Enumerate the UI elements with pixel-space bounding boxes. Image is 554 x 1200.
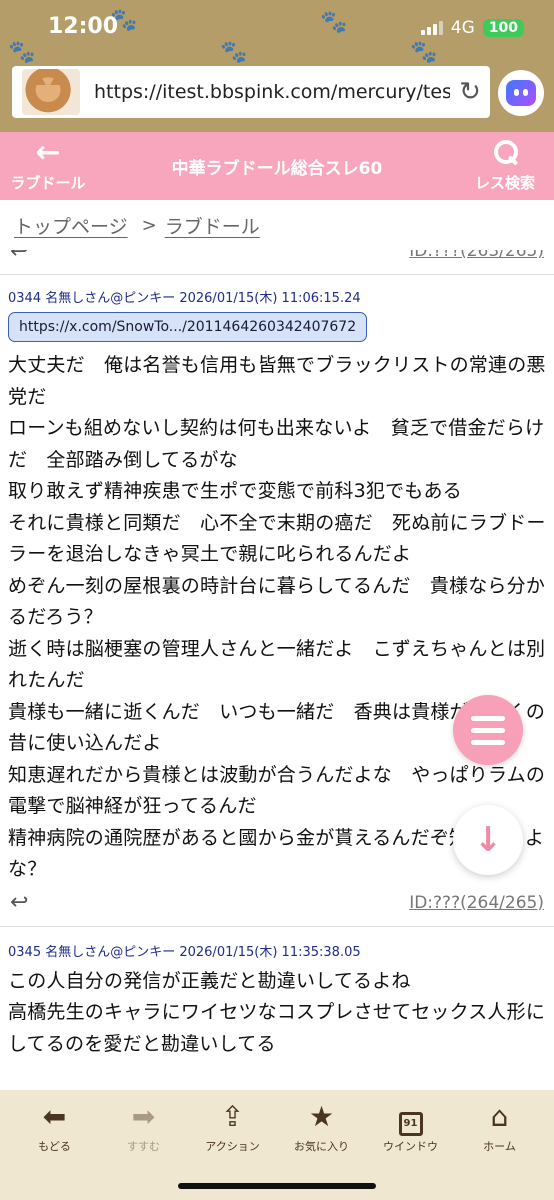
paw-decoration: 🐾 <box>410 40 438 65</box>
post-body: この人自分の発信が正義だと勘違いしてるよね 高橋先生のキャラにワイセツなコスプレさ… <box>8 966 546 1061</box>
status-indicators: 4G 100 <box>420 18 524 38</box>
windows-icon: 91 <box>372 1100 450 1136</box>
post-id[interactable]: ID:???(263/265) <box>409 250 544 261</box>
thread-header: ← ラブドール 中華ラブドール総合スレ60 レス検索 <box>0 132 554 200</box>
extension-icon[interactable] <box>498 70 544 116</box>
thread-title: 中華ラブドール総合スレ60 <box>171 159 383 179</box>
toolbar-back-label: もどる <box>38 1140 71 1153</box>
signal-icon <box>420 21 443 35</box>
home-icon: ⌂ <box>490 1100 509 1133</box>
toolbar-forward-label: すすむ <box>127 1140 160 1153</box>
toolbar-action-label: アクション <box>205 1140 260 1153</box>
scroll-down-icon[interactable]: ↓ <box>453 805 523 875</box>
post-link[interactable]: https://x.com/SnowTo.../2011464260342407… <box>8 312 368 342</box>
network-label: 4G <box>450 18 475 38</box>
share-icon: ⇪ <box>220 1100 245 1133</box>
post-0345: 0345 名無しさん@ピンキー 2026/01/15(木) 11:35:38.0… <box>0 927 554 1061</box>
breadcrumb-top-link[interactable]: トップページ <box>14 212 128 239</box>
post-footer: ↩ ID:???(264/265) <box>8 886 546 920</box>
back-arrow-icon: ⬅ <box>42 1100 67 1133</box>
menu-icon[interactable] <box>453 695 523 765</box>
toolbar-home-button[interactable]: ⌂ ホーム <box>461 1100 539 1154</box>
toolbar-window-button[interactable]: 91 ウインドウ <box>372 1100 450 1154</box>
toolbar-forward-button[interactable]: ➡ すすむ <box>105 1100 183 1154</box>
search-label: レス検索 <box>474 174 535 192</box>
search-icon <box>492 138 518 168</box>
res-search-button[interactable]: レス検索 <box>470 138 540 193</box>
post-body: 大丈夫だ 俺は名誉も信用も皆無でブラックリストの常連の悪党だ ローンも組めないし契… <box>8 350 546 886</box>
reply-icon[interactable]: ↩ <box>10 250 28 264</box>
back-arrow-icon: ← <box>35 135 61 170</box>
toolbar-action-button[interactable]: ⇪ アクション <box>194 1100 272 1154</box>
star-icon: ★ <box>308 1100 335 1133</box>
toolbar-favorite-label: お気に入り <box>294 1140 349 1153</box>
browser-top-bar: 🐾 🐾 🐾 🐾 🐾 12:00 4G 100 https://itest.bbs… <box>0 0 554 132</box>
toolbar-favorite-button[interactable]: ★ お気に入り <box>283 1100 361 1154</box>
breadcrumb: トップページ > ラブドール <box>0 200 554 250</box>
address-bar[interactable]: https://itest.bbspink.com/mercury/test..… <box>12 66 490 118</box>
reload-icon[interactable]: ↻ <box>450 77 490 107</box>
paw-decoration: 🐾 <box>8 40 36 65</box>
battery-badge: 100 <box>482 19 524 37</box>
post-meta: 0344 名無しさん@ピンキー 2026/01/15(木) 11:06:15.2… <box>8 291 361 306</box>
toolbar-window-label: ウインドウ <box>383 1140 438 1153</box>
post-id[interactable]: ID:???(264/265) <box>409 893 544 913</box>
back-label: ラブドール <box>10 174 86 192</box>
site-thumbnail <box>22 69 80 115</box>
post-body-text: 大丈夫だ 俺は名誉も信用も皆無でブラックリストの常連の悪党だ ローンも組めないし契… <box>8 354 546 880</box>
back-to-board-button[interactable]: ← ラブドール <box>8 138 88 193</box>
paw-decoration: 🐾 <box>320 10 348 35</box>
paw-decoration: 🐾 <box>220 40 248 65</box>
forward-arrow-icon: ➡ <box>131 1100 156 1133</box>
post-meta: 0345 名無しさん@ピンキー 2026/01/15(木) 11:35:38.0… <box>8 944 361 960</box>
post-footer: ↩ ID:???(263/265) <box>0 250 554 266</box>
url-text[interactable]: https://itest.bbspink.com/mercury/test..… <box>94 81 450 103</box>
toolbar-home-label: ホーム <box>483 1140 516 1153</box>
status-time: 12:00 <box>48 14 119 39</box>
reply-icon[interactable]: ↩ <box>10 890 28 915</box>
thread-content[interactable]: ↩ ID:???(263/265) 0344 名無しさん@ピンキー 2026/0… <box>0 250 554 1090</box>
post-body-text: この人自分の発信が正義だと勘違いしてるよね 高橋先生のキャラにワイセツなコスプレさ… <box>8 969 546 1055</box>
breadcrumb-separator: > <box>141 214 157 236</box>
toolbar-back-button[interactable]: ⬅ もどる <box>16 1100 94 1154</box>
window-count: 91 <box>398 1112 423 1136</box>
breadcrumb-category-link[interactable]: ラブドール <box>165 212 260 239</box>
home-indicator <box>178 1183 376 1189</box>
